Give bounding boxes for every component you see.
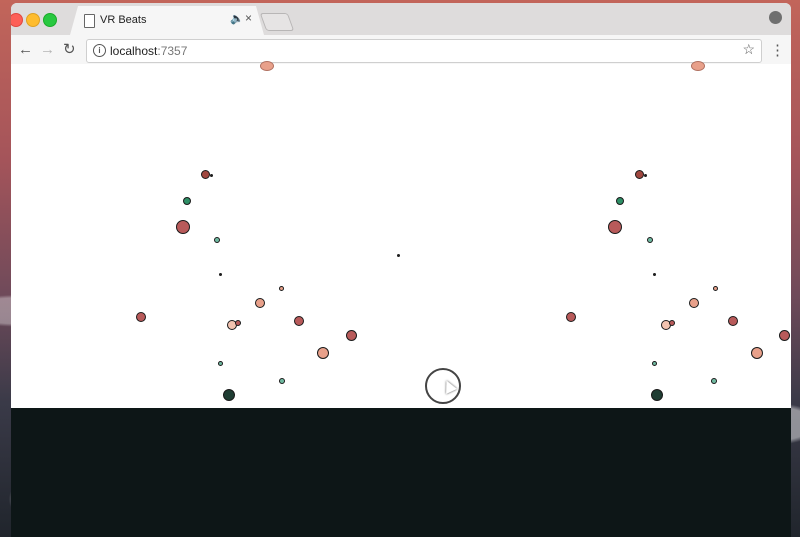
tab-vr-beats[interactable]: VR Beats 🔈 ×	[70, 6, 264, 35]
beat-particle	[711, 378, 717, 384]
beat-particle	[691, 61, 705, 71]
url-text: localhost:7357	[110, 44, 187, 58]
speaker-icon[interactable]: 🔈	[230, 12, 244, 25]
close-window-button[interactable]	[11, 13, 23, 27]
info-icon[interactable]: i	[93, 44, 106, 57]
beat-particle	[279, 286, 284, 291]
beat-particle	[653, 273, 656, 276]
beat-particle	[279, 378, 285, 384]
page-icon	[84, 14, 95, 28]
beat-particle	[346, 330, 357, 341]
beat-particle	[713, 286, 718, 291]
tab-strip: VR Beats 🔈 ×	[11, 3, 791, 35]
bookmark-star-icon[interactable]: ☆	[742, 41, 755, 58]
beat-particle	[635, 170, 644, 179]
beat-particle	[201, 170, 210, 179]
profile-icon[interactable]	[769, 11, 782, 24]
beat-particle	[136, 312, 146, 322]
maximize-window-button[interactable]	[43, 13, 57, 27]
beat-particle	[652, 361, 657, 366]
url-port: :7357	[157, 44, 188, 58]
beat-particle	[176, 220, 190, 234]
minimize-window-button[interactable]	[26, 13, 40, 27]
beat-particle	[210, 174, 213, 177]
beat-particle	[644, 174, 647, 177]
address-bar[interactable]: i localhost:7357 ☆	[86, 39, 762, 63]
beat-particle	[397, 254, 400, 257]
url-host: localhost	[110, 44, 158, 58]
beat-particle	[651, 389, 663, 401]
beat-particle	[294, 316, 304, 326]
beat-particle	[669, 320, 675, 326]
reload-button[interactable]: ↻	[63, 41, 76, 59]
beat-particle	[214, 237, 220, 243]
scene-ground	[11, 408, 791, 537]
browser-window: VR Beats 🔈 × ← → ↻ i localhost:7357 ☆ ⋮	[11, 3, 791, 537]
beat-particle	[235, 320, 241, 326]
toolbar: ← → ↻ i localhost:7357 ☆ ⋮	[11, 35, 791, 67]
tab-close-icon[interactable]: ×	[245, 11, 252, 25]
beat-particle	[647, 237, 653, 243]
beat-particle	[566, 312, 576, 322]
beat-particle	[219, 273, 222, 276]
beat-particle	[689, 298, 699, 308]
forward-button[interactable]: →	[40, 41, 55, 59]
beat-particle	[608, 220, 622, 234]
beat-particle	[223, 389, 235, 401]
beat-particle	[616, 197, 624, 205]
beat-particle	[751, 347, 763, 359]
new-tab-button[interactable]	[259, 13, 295, 31]
menu-icon[interactable]: ⋮	[770, 41, 785, 59]
back-button[interactable]: ←	[18, 41, 33, 59]
beat-particle	[260, 61, 274, 71]
beat-particle	[218, 361, 223, 366]
beat-particle	[728, 316, 738, 326]
beat-particle	[779, 330, 790, 341]
webvr-scene[interactable]	[11, 61, 791, 537]
beat-particle	[183, 197, 191, 205]
beat-particle	[255, 298, 265, 308]
tab-title: VR Beats	[100, 14, 147, 26]
beat-particle	[317, 347, 329, 359]
scene-sky	[11, 64, 791, 408]
